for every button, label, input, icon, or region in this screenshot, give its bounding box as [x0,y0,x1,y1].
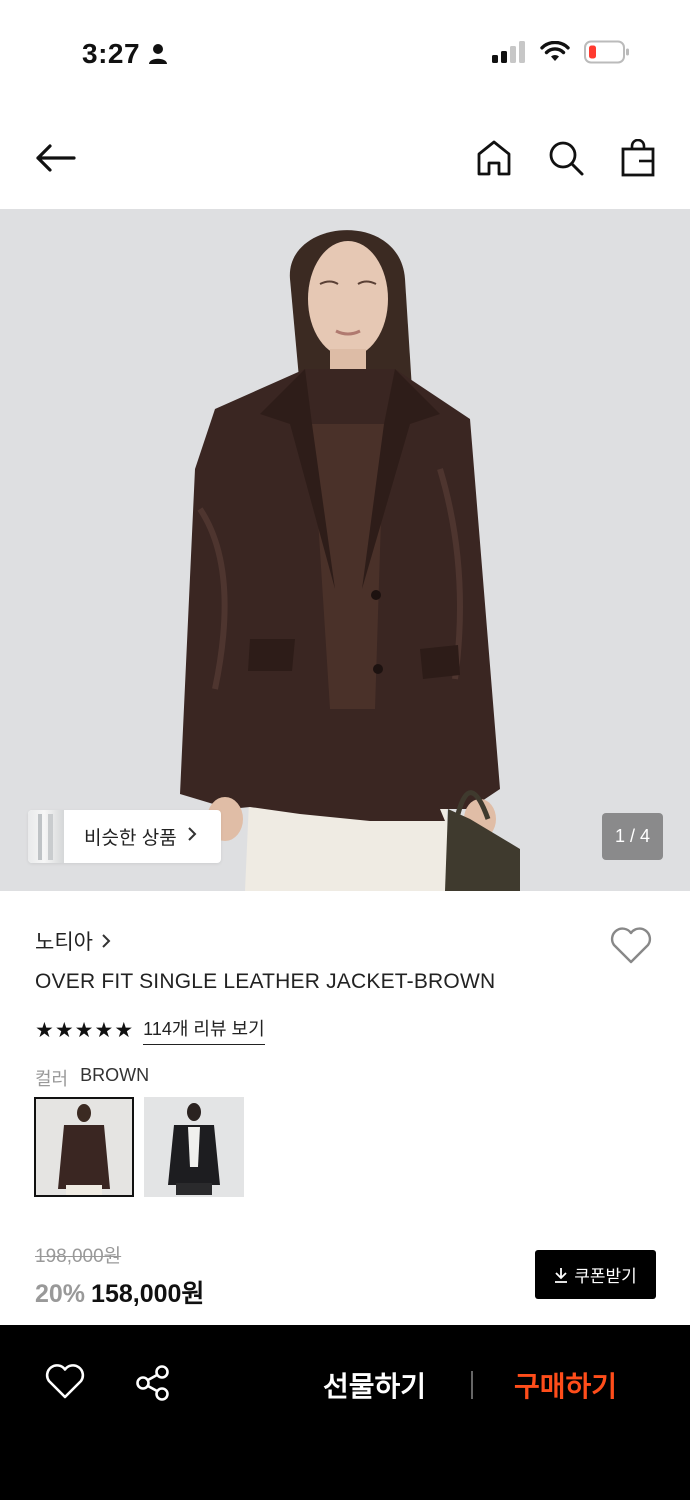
header-actions [472,135,660,181]
similar-products-button[interactable]: 비슷한 상품 [28,810,221,863]
search-button[interactable] [544,135,588,181]
coupon-download-button[interactable]: 쿠폰받기 [535,1250,656,1299]
original-price: 198,000원 [35,1246,122,1267]
color-value: BROWN [80,1065,150,1085]
star-rating: ★ ★ ★ ★ ★ [35,1020,133,1041]
share-button[interactable] [133,1363,173,1403]
heart-icon [610,927,652,964]
buy-button[interactable]: 구매하기 [514,1365,617,1405]
shopping-bag-icon [621,139,655,177]
product-image[interactable] [0,209,690,891]
chevron-right-icon [102,934,111,948]
color-label: 컬러 [35,1069,69,1089]
person-icon [149,44,168,64]
image-page-indicator: 1 / 4 [602,813,663,860]
star-icon: ★ [54,1018,74,1042]
cellular-signal-icon [492,41,525,63]
brand-name: 노티아 [35,931,93,954]
star-icon: ★ [74,1018,94,1042]
coupon-label: 쿠폰받기 [574,1267,637,1286]
similar-products-label: 비슷한 상품 [84,828,177,849]
home-button[interactable] [472,135,516,181]
status-icons [492,40,630,64]
home-icon [477,140,511,176]
price-row: 20% 158,000원 [35,1274,204,1310]
chevron-right-icon [187,825,197,848]
status-time: 3:27 [82,38,168,70]
battery-low-icon [584,40,629,64]
color-swatch-black[interactable] [144,1097,244,1197]
download-icon [555,1267,568,1283]
similar-product-thumbnail [28,810,64,863]
clock-text: 3:27 [82,38,141,69]
brown-jacket-thumbnail [36,1099,132,1195]
wishlist-button[interactable] [609,926,653,966]
color-info: 컬러 BROWN [35,1065,149,1091]
star-icon: ★ [94,1018,114,1042]
star-icon: ★ [35,1018,54,1042]
discount-rate: 20% [35,1280,86,1308]
like-button[interactable] [45,1363,85,1403]
cart-button[interactable] [616,135,660,181]
bottom-action-bar: 선물하기 구매하기 [0,1325,690,1500]
share-icon [136,1365,169,1401]
header [0,125,690,195]
product-title: OVER FIT SINGLE LEATHER JACKET-BROWN [35,970,496,993]
status-bar: 3:27 [0,0,690,110]
brand-link[interactable]: 노티아 [35,926,111,956]
star-icon: ★ [114,1018,134,1042]
reviews-link[interactable]: 114개 리뷰 보기 [143,1015,265,1045]
heart-icon [45,1364,85,1399]
rating-row: ★ ★ ★ ★ ★ 114개 리뷰 보기 [35,1015,265,1045]
back-arrow-icon [36,144,76,172]
gift-button[interactable]: 선물하기 [323,1365,426,1405]
model-photo [0,209,690,891]
black-jacket-thumbnail [144,1097,244,1197]
back-button[interactable] [30,135,80,181]
color-swatch-brown[interactable] [34,1097,134,1197]
search-icon [549,141,584,176]
wifi-icon [540,41,570,61]
sale-price: 158,000원 [91,1280,205,1308]
divider [471,1371,473,1399]
